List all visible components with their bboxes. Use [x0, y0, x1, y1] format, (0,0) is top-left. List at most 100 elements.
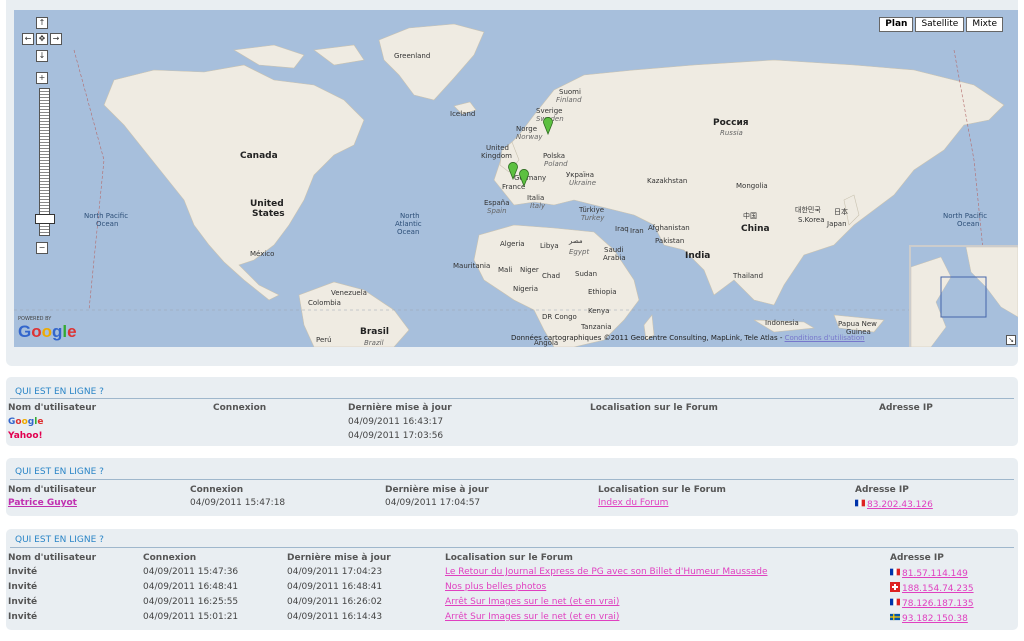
col-header-connexion: Connexion — [213, 403, 267, 413]
map-type-control: Plan Satellite Mixte — [877, 17, 1003, 32]
map-label-sudan: Sudan — [575, 270, 598, 278]
user-marker-france[interactable] — [508, 162, 518, 180]
member-name-link[interactable]: Patrice Guyot — [8, 498, 77, 508]
map-label-poland: Poland — [544, 160, 568, 168]
map-label-npo-right-2: Ocean — [957, 220, 980, 228]
guest-location-link[interactable]: Le Retour du Journal Express de PG avec … — [445, 567, 768, 577]
col-header-update: Dernière mise à jour — [287, 553, 391, 563]
guest-name: Invité — [8, 612, 38, 622]
divider — [10, 479, 1014, 480]
guest-ip-link[interactable]: 188.154.74.235 — [890, 582, 974, 594]
map-label-venezuela: Venezuela — [331, 289, 367, 297]
online-panel-members: QUI EST EN LIGNE ? Nom d'utilisateur Con… — [6, 458, 1018, 516]
pan-left-button[interactable]: ← — [22, 33, 34, 45]
section-title: QUI EST EN LIGNE ? — [15, 387, 104, 397]
divider — [10, 547, 1014, 548]
zoom-slider-handle[interactable] — [35, 214, 55, 224]
overview-map[interactable]: ↘ — [909, 245, 1018, 347]
col-header-username: Nom d'utilisateur — [8, 485, 97, 495]
ip-text: 188.154.74.235 — [902, 584, 974, 594]
member-ip-link[interactable]: 83.202.43.126 — [855, 498, 933, 510]
guest-location-link[interactable]: Arrêt Sur Images sur le net (et en vrai) — [445, 597, 619, 607]
user-marker-sweden[interactable] — [543, 117, 553, 135]
map-label-canada: Canada — [240, 151, 278, 161]
online-panel-guests: QUI EST EN LIGNE ? Nom d'utilisateur Con… — [6, 529, 1018, 630]
section-title: QUI EST EN LIGNE ? — [15, 535, 104, 545]
map-label-saudi-1: Saudi — [604, 246, 624, 254]
map-label-russia-it: Russia — [720, 129, 743, 137]
guest-ip-link[interactable]: 81.57.114.149 — [890, 567, 968, 579]
map-label-brazil: Brazil — [364, 339, 384, 347]
map-label-iraq: Iraq — [615, 225, 629, 233]
bot-yahoo-update: 04/09/2011 17:03:56 — [348, 431, 444, 441]
col-header-username: Nom d'utilisateur — [8, 403, 97, 413]
col-header-ip: Adresse IP — [890, 553, 944, 563]
col-header-location: Localisation sur le Forum — [445, 553, 573, 563]
guest-ip-link[interactable]: 93.182.150.38 — [890, 612, 968, 624]
member-location-link[interactable]: Index du Forum — [598, 498, 668, 508]
map-label-spain: Spain — [487, 207, 507, 215]
guest-ip-link[interactable]: 78.126.187.135 — [890, 597, 974, 609]
map-label-tanzania: Tanzania — [581, 323, 612, 331]
pan-reset-button[interactable]: ✥ — [36, 33, 48, 45]
map-label-china-cn: 中国 — [743, 212, 757, 220]
map-label-niger: Niger — [520, 266, 539, 274]
guest-name: Invité — [8, 597, 38, 607]
col-header-update: Dernière mise à jour — [348, 403, 452, 413]
map-label-egypt-ar: مصر — [569, 237, 583, 245]
map-label-greenland: Greenland — [394, 52, 431, 60]
ip-text: 81.57.114.149 — [902, 569, 968, 579]
map-label-png-1: Papua New — [838, 320, 877, 328]
zoom-in-button[interactable]: + — [36, 72, 48, 84]
guest-update: 04/09/2011 17:04:23 — [287, 567, 383, 577]
guest-connexion: 04/09/2011 16:48:41 — [143, 582, 239, 592]
col-header-connexion: Connexion — [190, 485, 244, 495]
map-label-skorea: S.Korea — [798, 216, 825, 224]
map-label-egypt: Egypt — [569, 248, 590, 256]
guest-update: 04/09/2011 16:26:02 — [287, 597, 383, 607]
overview-toggle-icon[interactable]: ↘ — [1006, 335, 1016, 345]
map-label-iceland: Iceland — [450, 110, 476, 118]
map-label-china: China — [741, 224, 770, 234]
map-label-us-1: United — [250, 199, 284, 209]
map-label-colombia: Colombia — [308, 299, 341, 307]
map-label-libya: Libya — [540, 242, 559, 250]
col-header-connexion: Connexion — [143, 553, 197, 563]
map-label-japan: Japan — [827, 220, 847, 228]
guest-connexion: 04/09/2011 15:47:36 — [143, 567, 239, 577]
map-label-italia: Italia — [527, 194, 545, 202]
map-type-mixte-button[interactable]: Mixte — [966, 17, 1003, 32]
map-label-nao-2: Atlantic — [395, 220, 422, 228]
pan-down-button[interactable]: ↓ — [36, 50, 48, 62]
map-label-kazakhstan: Kazakhstan — [647, 177, 688, 185]
guest-connexion: 04/09/2011 15:01:21 — [143, 612, 239, 622]
guest-location-link[interactable]: Nos plus belles photos — [445, 582, 546, 592]
map-label-chad: Chad — [542, 272, 561, 280]
map-label-ukraine-it: Ukraine — [569, 179, 597, 187]
map-label-brasil: Brasil — [360, 327, 389, 337]
google-logo[interactable]: POWERED BY Google — [18, 316, 77, 342]
google-logo-text: Google — [18, 322, 77, 341]
map-label-npo-left-1: North Pacific — [84, 212, 129, 220]
map-label-afghanistan: Afghanistan — [648, 224, 690, 232]
world-map[interactable]: Greenland Iceland Suomi Finland Sverige … — [14, 10, 1018, 347]
guest-name: Invité — [8, 582, 38, 592]
map-label-mali: Mali — [498, 266, 513, 274]
terms-link[interactable]: Conditions d'utilisation — [785, 334, 865, 342]
pan-up-button[interactable]: ↑ — [36, 17, 48, 29]
ip-text: 83.202.43.126 — [867, 500, 933, 510]
map-label-pakistan: Pakistan — [655, 237, 685, 245]
bot-google-update: 04/09/2011 16:43:17 — [348, 417, 444, 427]
map-label-norway: Norway — [516, 133, 543, 141]
pan-right-button[interactable]: → — [50, 33, 62, 45]
map-type-satellite-button[interactable]: Satellite — [915, 17, 965, 32]
user-marker-switzerland[interactable] — [519, 169, 529, 187]
map-type-plan-button[interactable]: Plan — [879, 17, 914, 32]
zoom-out-button[interactable]: − — [36, 242, 48, 254]
guest-location-link[interactable]: Arrêt Sur Images sur le net (et en vrai) — [445, 612, 619, 622]
map-label-peru: Perú — [316, 336, 332, 344]
map-label-ethiopia: Ethiopia — [588, 288, 617, 296]
map-label-ukraine: Україна — [566, 171, 595, 179]
map-label-indonesia: Indonesia — [765, 319, 799, 327]
map-label-nao-1: North — [400, 212, 420, 220]
